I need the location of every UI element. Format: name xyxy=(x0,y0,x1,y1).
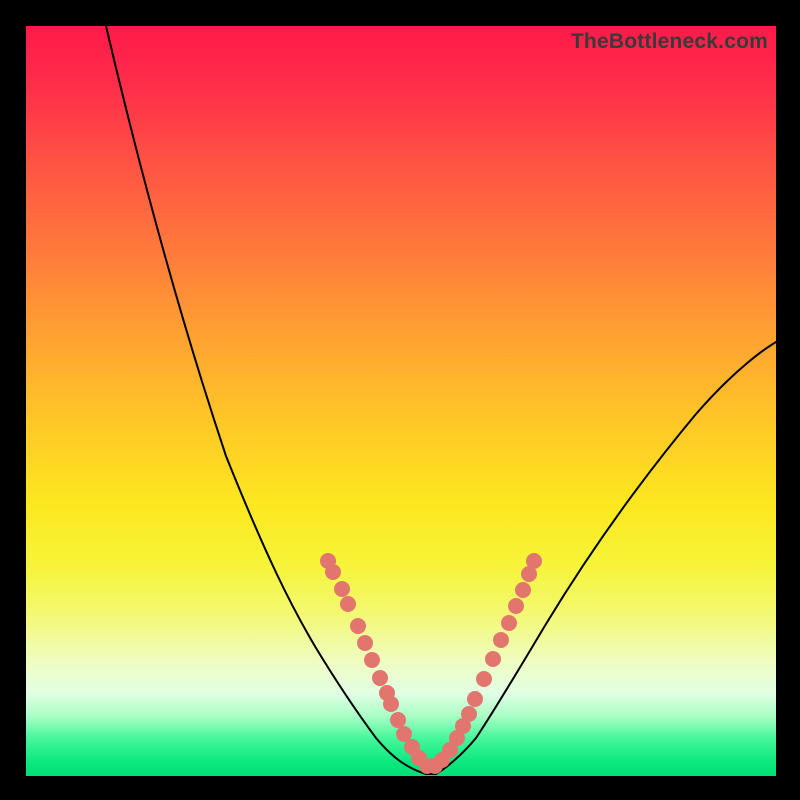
marker-dot xyxy=(493,632,509,648)
right-arm-markers xyxy=(427,553,542,774)
marker-dot xyxy=(461,706,477,722)
marker-dot xyxy=(476,671,492,687)
marker-dot xyxy=(357,635,373,651)
marker-dot xyxy=(340,596,356,612)
gradient-plot-area: TheBottleneck.com xyxy=(26,26,776,776)
marker-dot xyxy=(508,598,524,614)
bottleneck-curve-plot xyxy=(26,26,776,776)
marker-dot xyxy=(526,553,542,569)
marker-dot xyxy=(515,582,531,598)
marker-dot xyxy=(501,615,517,631)
marker-dot xyxy=(383,696,399,712)
marker-dot xyxy=(325,564,341,580)
curve-right xyxy=(436,342,776,774)
marker-dot xyxy=(467,691,483,707)
marker-dot xyxy=(364,652,380,668)
marker-dot xyxy=(350,618,366,634)
marker-dot xyxy=(390,712,406,728)
marker-dot xyxy=(334,581,350,597)
marker-dot xyxy=(372,670,388,686)
watermark-text: TheBottleneck.com xyxy=(571,30,768,54)
marker-dot xyxy=(485,651,501,667)
